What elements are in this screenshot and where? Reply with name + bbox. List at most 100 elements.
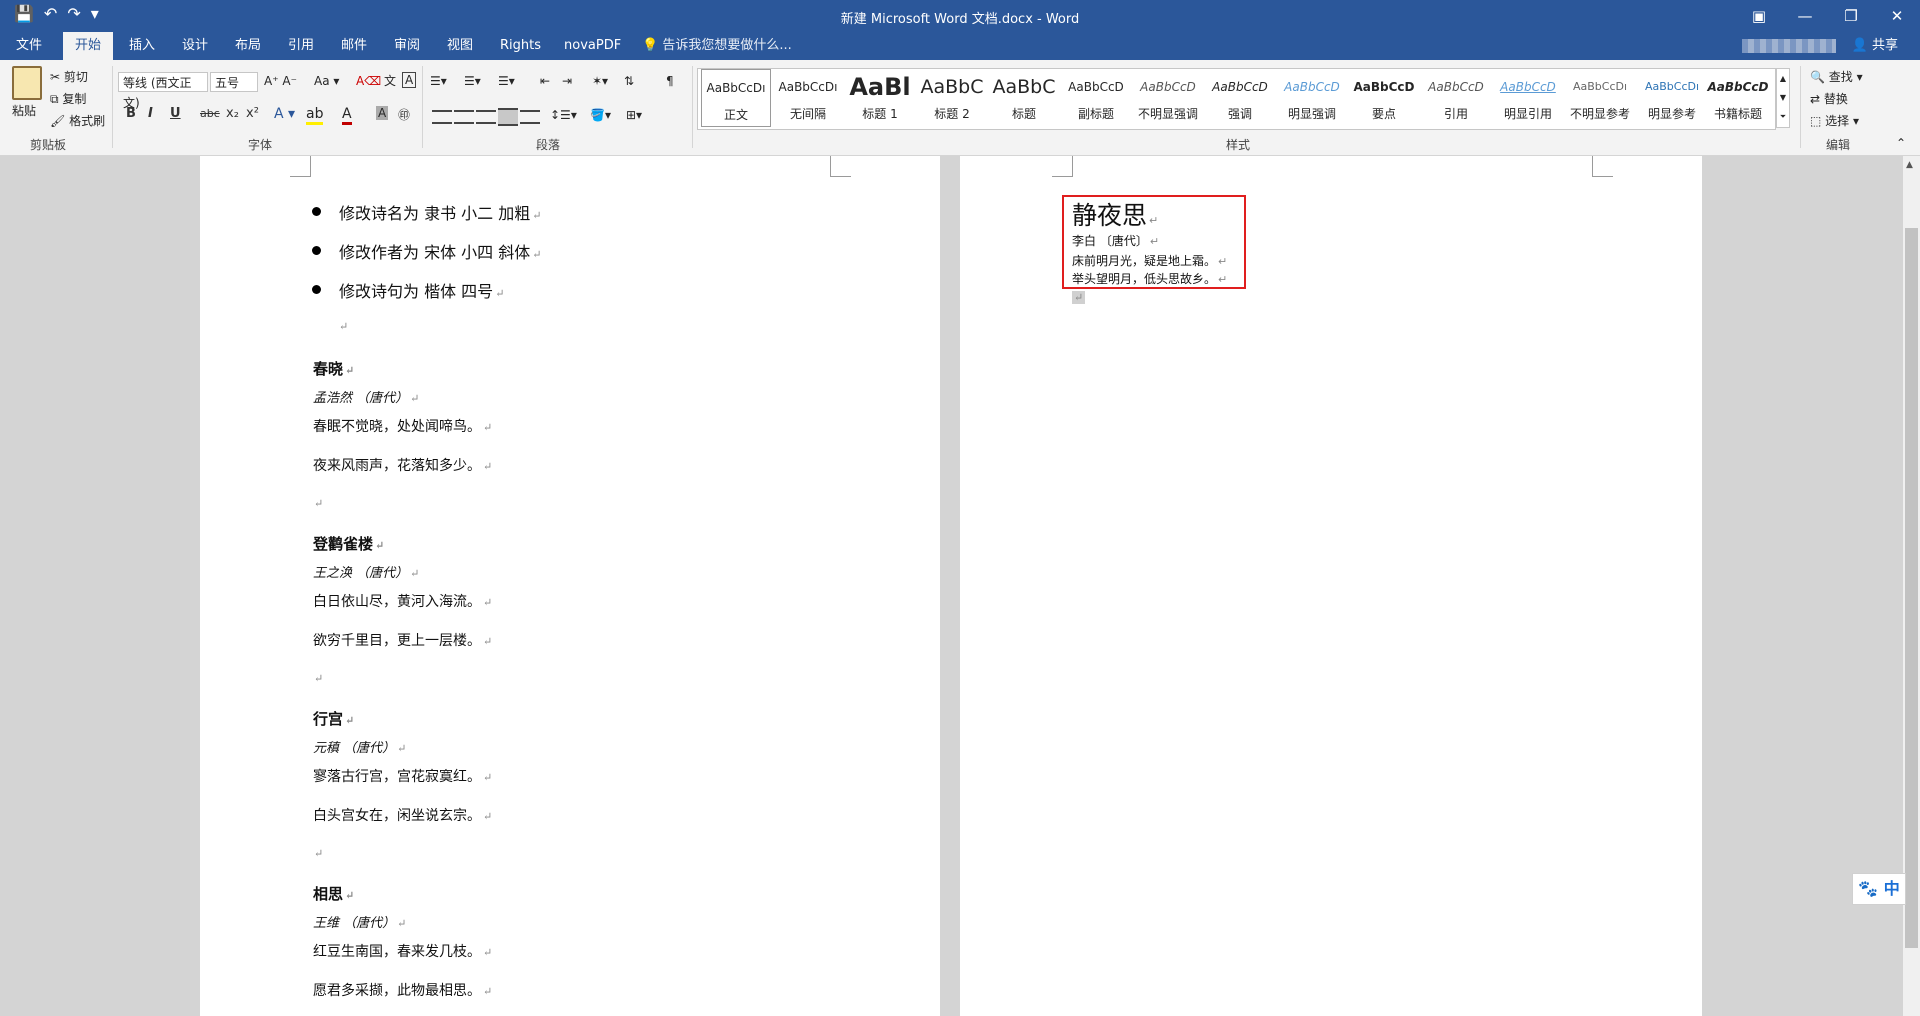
page-1[interactable] bbox=[200, 156, 940, 1016]
select-button[interactable]: ⬚ 选择 ▾ bbox=[1810, 112, 1859, 129]
clear-format-icon[interactable]: A⌫ bbox=[356, 74, 381, 88]
justify-icon[interactable] bbox=[498, 108, 518, 126]
paste-button[interactable]: 粘贴 bbox=[12, 102, 36, 119]
align-left-icon[interactable] bbox=[432, 110, 452, 124]
poem-author[interactable]: 李白 〔唐代〕 ↵ bbox=[1072, 232, 1159, 249]
font-family-select[interactable]: 等线 (西文正文) bbox=[118, 72, 208, 110]
font-size-select[interactable]: 五号 bbox=[210, 72, 258, 92]
underline-button[interactable]: U bbox=[170, 106, 181, 121]
poem-line[interactable]: 愿君多采撷，此物最相思。 ↵ bbox=[313, 980, 492, 1000]
style-normal[interactable]: AaBbCcDı 正文 bbox=[701, 69, 771, 127]
style-intense-quote[interactable]: AaBbCcD 明显引用 bbox=[1493, 69, 1563, 127]
tab-review[interactable]: 审阅 bbox=[382, 32, 432, 60]
style-title[interactable]: AaBbC 标题 bbox=[989, 69, 1059, 127]
style-quote[interactable]: AaBbCcD 引用 bbox=[1421, 69, 1491, 127]
poem-line[interactable]: 寥落古行宫，宫花寂寞红。 ↵ bbox=[313, 766, 492, 786]
poem-title[interactable]: 春晓 ↵ bbox=[313, 358, 354, 379]
ime-indicator[interactable]: 🐾 中 bbox=[1852, 873, 1906, 905]
tab-novapdf[interactable]: novaPDF bbox=[552, 32, 633, 60]
style-subtle-reference[interactable]: AaBbCcDı 不明显参考 bbox=[1565, 69, 1635, 127]
numbering-icon[interactable]: ☰▾ bbox=[464, 74, 481, 88]
style-no-spacing[interactable]: AaBbCcDı 无间隔 bbox=[773, 69, 843, 127]
paste-icon[interactable] bbox=[12, 66, 42, 100]
tab-design[interactable]: 设计 bbox=[170, 32, 220, 60]
tab-references[interactable]: 引用 bbox=[276, 32, 326, 60]
subscript-button[interactable]: x₂ bbox=[226, 106, 239, 121]
align-center-icon[interactable] bbox=[454, 110, 474, 124]
paragraph-mark-selected[interactable]: ↵ bbox=[1072, 291, 1086, 304]
chinese-layout-icon[interactable]: ✶▾ bbox=[592, 74, 608, 88]
style-heading1[interactable]: AaBl 标题 1 bbox=[845, 69, 915, 127]
poem-line[interactable]: 举头望明月，低头思故乡。 ↵ bbox=[1072, 270, 1227, 287]
bullets-icon[interactable]: ☰▾ bbox=[430, 74, 447, 88]
tab-insert[interactable]: 插入 bbox=[117, 32, 167, 60]
poem-line[interactable]: 白头宫女在，闲坐说玄宗。 ↵ bbox=[313, 805, 492, 825]
shading-icon[interactable]: 🪣▾ bbox=[590, 108, 611, 122]
replace-button[interactable]: ⇄ 替换 bbox=[1810, 90, 1848, 107]
tab-rights[interactable]: Rights bbox=[488, 32, 553, 60]
style-emphasis[interactable]: AaBbCcD 强调 bbox=[1205, 69, 1275, 127]
distributed-icon[interactable] bbox=[520, 110, 540, 124]
enclose-char-icon[interactable]: ㊞ bbox=[398, 106, 410, 123]
italic-button[interactable]: I bbox=[148, 106, 153, 121]
poem-author[interactable]: 王之涣 （唐代） ↵ bbox=[313, 562, 419, 581]
style-book-title[interactable]: AaBbCcD 书籍标题 bbox=[1703, 69, 1773, 127]
poem-title[interactable]: 相思 ↵ bbox=[313, 883, 354, 904]
styles-gallery-scroll[interactable]: ▲ ▼ ⏷ bbox=[1776, 68, 1790, 128]
borders-icon[interactable]: ⊞▾ bbox=[626, 108, 642, 122]
tab-file[interactable]: 文件 bbox=[4, 32, 54, 60]
share-button[interactable]: 👤 共享 bbox=[1852, 32, 1898, 60]
find-button[interactable]: 🔍 查找 ▾ bbox=[1810, 68, 1863, 85]
strikethrough-button[interactable]: abc bbox=[200, 107, 220, 120]
style-heading2[interactable]: AaBbC 标题 2 bbox=[917, 69, 987, 127]
style-subtle-emphasis[interactable]: AaBbCcD 不明显强调 bbox=[1133, 69, 1203, 127]
tab-mailings[interactable]: 邮件 bbox=[329, 32, 379, 60]
style-intense-emphasis[interactable]: AaBbCcD 明显强调 bbox=[1277, 69, 1347, 127]
font-color-icon[interactable]: A bbox=[342, 106, 352, 125]
account-name-blurred[interactable] bbox=[1742, 39, 1836, 53]
highlight-icon[interactable]: ab bbox=[306, 106, 324, 125]
line-spacing-icon[interactable]: ↕☰▾ bbox=[550, 108, 577, 122]
poem-title[interactable]: 登鹳雀楼 ↵ bbox=[313, 533, 384, 554]
restore-button[interactable]: ❐ bbox=[1828, 0, 1874, 32]
grow-font-icon[interactable]: A⁺ A⁻ bbox=[264, 74, 297, 88]
sort-icon[interactable]: ⇅ bbox=[624, 74, 634, 88]
cut-button[interactable]: ✂ 剪切 bbox=[50, 68, 88, 85]
poem-author[interactable]: 王维 （唐代） ↵ bbox=[313, 912, 406, 931]
format-painter-button[interactable]: 🖌 格式刷 bbox=[50, 112, 105, 129]
tab-view[interactable]: 视图 bbox=[435, 32, 485, 60]
phonetic-guide-icon[interactable]: 文 bbox=[384, 72, 396, 89]
text-effects-icon[interactable]: A ▾ bbox=[274, 106, 295, 122]
collapse-ribbon-icon[interactable]: ⌃ bbox=[1896, 136, 1906, 150]
tab-home[interactable]: 开始 bbox=[63, 32, 114, 60]
poem-line[interactable]: 床前明月光，疑是地上霜。 ↵ bbox=[1072, 252, 1227, 269]
style-strong[interactable]: AaBbCcD 要点 bbox=[1349, 69, 1419, 127]
decrease-indent-icon[interactable]: ⇤ bbox=[540, 74, 550, 88]
char-shading-icon[interactable]: A bbox=[376, 106, 389, 120]
scroll-thumb[interactable] bbox=[1905, 228, 1918, 948]
multilevel-list-icon[interactable]: ☰▾ bbox=[498, 74, 515, 88]
change-case-icon[interactable]: Aa ▾ bbox=[314, 74, 339, 88]
poem-line[interactable]: 春眠不觉晓，处处闻啼鸟。 ↵ bbox=[313, 416, 492, 436]
style-intense-reference[interactable]: AaBbCcDı 明显参考 bbox=[1637, 69, 1707, 127]
poem-line[interactable]: 欲穷千里目，更上一层楼。 ↵ bbox=[313, 630, 492, 650]
show-marks-icon[interactable]: ¶ bbox=[666, 74, 674, 88]
increase-indent-icon[interactable]: ⇥ bbox=[562, 74, 572, 88]
close-button[interactable]: ✕ bbox=[1874, 0, 1920, 32]
poem-author[interactable]: 孟浩然 （唐代） ↵ bbox=[313, 387, 419, 406]
poem-title[interactable]: 静夜思 ↵ bbox=[1072, 196, 1158, 232]
poem-line[interactable]: 红豆生南国，春来发几枝。 ↵ bbox=[313, 941, 492, 961]
scroll-up-icon[interactable]: ▲ bbox=[1906, 160, 1913, 170]
copy-button[interactable]: ⧉ 复制 bbox=[50, 90, 86, 107]
instruction-line[interactable]: 修改诗句为 楷体 四号 ↵ bbox=[339, 278, 504, 302]
tab-layout[interactable]: 布局 bbox=[223, 32, 273, 60]
poem-title[interactable]: 行宫 ↵ bbox=[313, 708, 354, 729]
tell-me-box[interactable]: 💡 告诉我您想要做什么... bbox=[642, 32, 792, 60]
instruction-line[interactable]: 修改作者为 宋体 小四 斜体 ↵ bbox=[339, 239, 541, 263]
poem-line[interactable]: 夜来风雨声，花落知多少。 ↵ bbox=[313, 455, 492, 475]
align-right-icon[interactable] bbox=[476, 110, 496, 124]
instruction-line[interactable]: 修改诗名为 隶书 小二 加粗 ↵ bbox=[339, 200, 541, 224]
minimize-button[interactable]: — bbox=[1782, 0, 1828, 32]
bold-button[interactable]: B bbox=[126, 106, 136, 121]
ribbon-display-icon[interactable]: ▣ bbox=[1736, 0, 1782, 32]
